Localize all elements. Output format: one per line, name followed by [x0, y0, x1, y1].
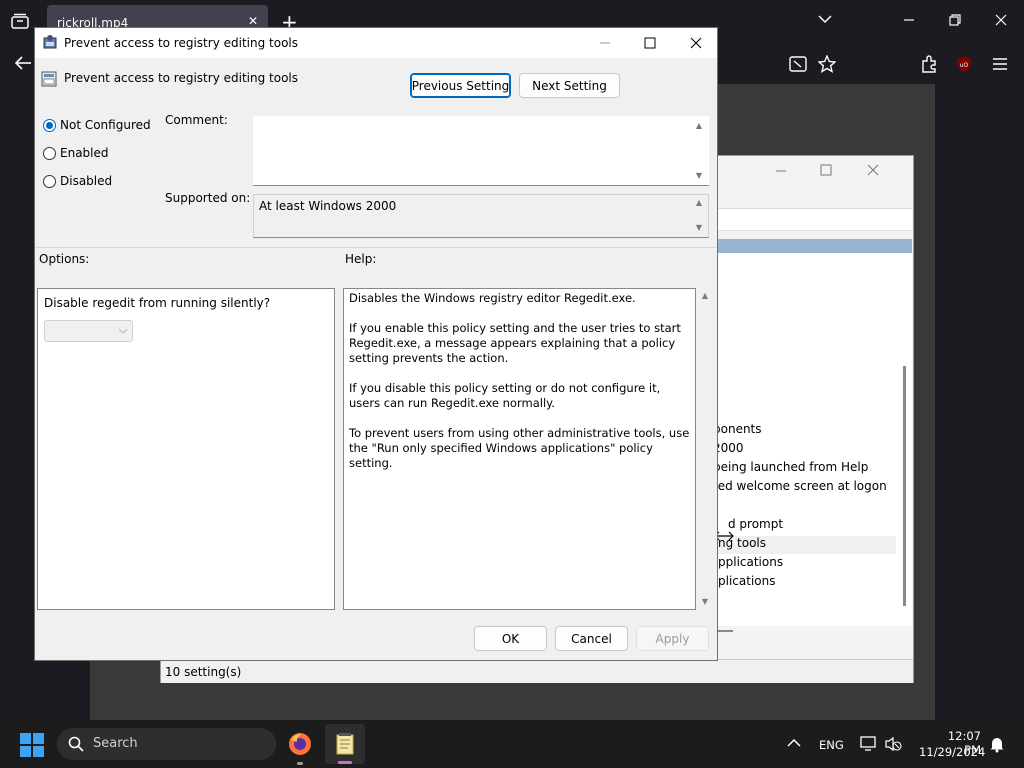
policy-setting-icon	[41, 71, 57, 87]
supported-on-field: At least Windows 2000	[253, 194, 709, 238]
radio-label: Not Configured	[60, 118, 151, 132]
radio-circle[interactable]	[43, 174, 56, 188]
ublock-origin-icon[interactable]: uO	[955, 55, 973, 73]
radio-circle[interactable]	[43, 146, 56, 160]
radio-disabled[interactable]: Disabled	[43, 172, 112, 190]
dialog-maximize-button[interactable]	[627, 28, 673, 58]
notification-bell-icon[interactable]	[988, 735, 1006, 753]
previous-setting-button[interactable]: Previous Setting	[410, 73, 511, 98]
bg-list-header	[706, 239, 912, 253]
policy-app-icon	[42, 34, 58, 50]
search-label: Search	[93, 736, 138, 751]
radio-enabled[interactable]: Enabled	[43, 144, 109, 162]
dialog-titlebar[interactable]: Prevent access to registry editing tools	[35, 28, 717, 58]
options-panel: Disable regedit from running silently?	[37, 288, 335, 610]
bg-toolbar	[706, 208, 912, 231]
language-indicator[interactable]: ENG	[819, 738, 844, 752]
dialog-minimize-button	[582, 28, 628, 58]
bg-scrollbar[interactable]	[903, 366, 906, 606]
chevron-down-icon	[118, 327, 128, 335]
supported-scroll-up-icon[interactable]: ▲	[693, 197, 705, 209]
cancel-button[interactable]: Cancel	[555, 626, 628, 651]
taskbar-search-box[interactable]: Search	[57, 728, 276, 760]
bg-list-item[interactable]: plications	[718, 574, 775, 593]
help-paragraph: To prevent users from using other admini…	[349, 426, 693, 470]
comment-field[interactable]	[253, 116, 709, 186]
bg-hscroll-thumb[interactable]	[717, 630, 733, 632]
dialog-title: Prevent access to registry editing tools	[64, 36, 298, 50]
supported-on-value: At least Windows 2000	[259, 199, 397, 213]
help-scroll-up-icon[interactable]: ▲	[699, 290, 711, 302]
tab-list-icon[interactable]	[11, 13, 29, 29]
bg-status-bar: 10 setting(s)	[161, 659, 913, 683]
reader-view-icon[interactable]	[789, 56, 807, 72]
bg-close-icon[interactable]	[867, 164, 879, 176]
bg-list-item[interactable]: pplications	[718, 555, 783, 574]
comment-label: Comment:	[165, 113, 228, 127]
browser-minimize-icon[interactable]	[903, 14, 915, 26]
taskbar: Search ENG 12:07 PM 11/29/2024	[0, 720, 1024, 768]
browser-restore-icon[interactable]	[949, 14, 961, 26]
bg-titlebar-buttons	[753, 156, 913, 184]
svg-text:uO: uO	[960, 62, 969, 69]
notepad-active-indicator	[338, 761, 352, 764]
comment-scroll-down-icon[interactable]: ▼	[693, 170, 705, 182]
tab-overflow-chevron-icon[interactable]	[818, 14, 832, 24]
firefox-icon[interactable]	[288, 732, 312, 756]
close-icon	[690, 37, 702, 49]
volume-muted-icon[interactable]	[884, 735, 902, 753]
policy-setting-dialog: Prevent access to registry editing tools…	[34, 27, 718, 661]
notepad-icon	[335, 732, 355, 756]
comment-scroll-up-icon[interactable]: ▲	[693, 120, 705, 132]
help-scroll-down-icon[interactable]: ▼	[699, 596, 711, 608]
dialog-close-button[interactable]	[673, 28, 719, 58]
bg-status-text: 10 setting(s)	[165, 665, 242, 679]
bg-maximize-icon[interactable]	[820, 164, 832, 176]
bookmark-star-icon[interactable]	[818, 55, 836, 73]
back-arrow-icon[interactable]	[14, 56, 32, 70]
help-paragraph: If you enable this policy setting and th…	[349, 321, 685, 365]
tray-overflow-chevron-icon[interactable]	[787, 738, 801, 748]
supported-on-label: Supported on:	[165, 191, 251, 205]
minimize-icon	[600, 42, 610, 44]
windows-start-icon[interactable]	[20, 733, 44, 757]
bg-list-item[interactable]: ponents	[713, 422, 762, 441]
browser-close-icon[interactable]	[995, 14, 1007, 26]
bg-minimize-icon[interactable]	[775, 165, 787, 177]
options-label: Options:	[39, 252, 90, 266]
radio-label: Disabled	[60, 174, 113, 188]
bg-list-item[interactable]: ted welcome screen at logon	[713, 479, 887, 498]
divider	[35, 247, 717, 248]
bg-list-item[interactable]: d prompt	[728, 517, 783, 536]
next-setting-button[interactable]: Next Setting	[519, 73, 620, 98]
option-dropdown	[44, 320, 133, 342]
firefox-running-indicator	[297, 762, 303, 765]
help-panel: Disables the Windows registry editor Reg…	[343, 288, 696, 610]
supported-scroll-down-icon[interactable]: ▼	[693, 222, 705, 234]
help-paragraph: Disables the Windows registry editor Reg…	[349, 291, 636, 305]
help-label: Help:	[345, 252, 377, 266]
clock-date[interactable]: 11/29/2024	[919, 745, 985, 759]
radio-circle-selected[interactable]	[43, 118, 56, 132]
help-paragraph: If you disable this policy setting or do…	[349, 381, 664, 410]
option-question: Disable regedit from running silently?	[44, 296, 271, 310]
bg-list-item[interactable]: being launched from Help	[713, 460, 868, 479]
radio-not-configured[interactable]: Not Configured	[43, 116, 151, 134]
notepad-taskbar-button[interactable]	[325, 724, 365, 764]
maximize-icon	[644, 37, 656, 49]
menu-hamburger-icon[interactable]	[992, 57, 1008, 71]
radio-label: Enabled	[60, 146, 109, 160]
setting-name: Prevent access to registry editing tools	[64, 71, 298, 85]
search-icon	[68, 736, 84, 752]
apply-button[interactable]: Apply	[636, 626, 709, 651]
display-network-icon[interactable]	[860, 735, 878, 753]
extensions-puzzle-icon[interactable]	[920, 55, 938, 73]
tab-close-icon[interactable]: ✕	[248, 14, 258, 28]
ok-button[interactable]: OK	[474, 626, 547, 651]
